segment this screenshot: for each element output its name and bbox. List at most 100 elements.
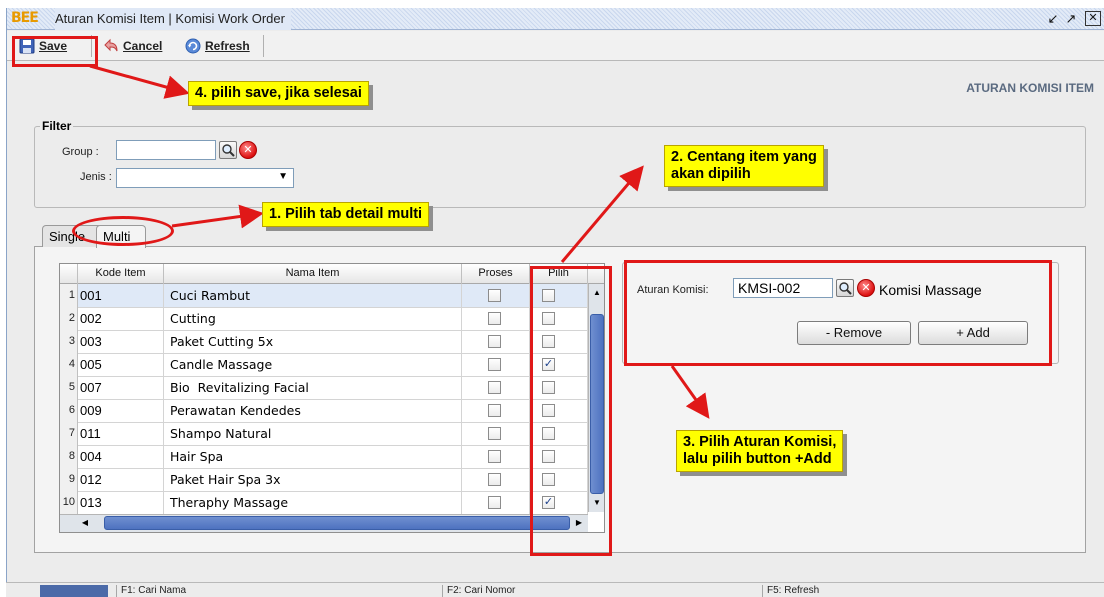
group-input[interactable] (116, 140, 216, 160)
row-number: 9 (60, 468, 78, 491)
table-row[interactable]: 1 001 Cuci Rambut (60, 284, 588, 308)
note-step2-line1: 2. Centang item yang (671, 149, 817, 165)
table-row[interactable]: 4 005 Candle Massage ✓ (60, 353, 588, 377)
note-step1-text: 1. Pilih tab detail multi (269, 206, 423, 222)
close-icon[interactable]: ✕ (1085, 11, 1101, 26)
group-label: Group : (62, 146, 99, 158)
nama-item-cell[interactable]: Cuci Rambut (164, 284, 462, 307)
window-title: Aturan Komisi Item | Komisi Work Order (55, 8, 291, 30)
proses-checkbox[interactable] (488, 427, 501, 440)
nama-item-cell[interactable]: Cutting (164, 307, 462, 330)
cancel-button[interactable]: Cancel (103, 35, 162, 57)
kode-item-cell[interactable]: 013 (78, 491, 164, 514)
nama-item-cell[interactable]: Hair Spa (164, 445, 462, 468)
proses-checkbox[interactable] (488, 473, 501, 486)
row-number-header (60, 264, 78, 284)
refresh-label: Refresh (205, 39, 250, 53)
kode-item-cell[interactable]: 009 (78, 399, 164, 422)
kode-item-cell[interactable]: 004 (78, 445, 164, 468)
note-step4-text: 4. pilih save, jika selesai (195, 85, 362, 101)
jenis-select[interactable]: ▼ (116, 168, 294, 188)
note-step4: 4. pilih save, jika selesai (188, 81, 369, 106)
note-step2-line2: akan dipilih (671, 166, 751, 182)
row-number: 2 (60, 307, 78, 330)
horizontal-scrollbar[interactable]: ◀ ▶ (60, 514, 588, 532)
kode-item-cell[interactable]: 007 (78, 376, 164, 399)
table-row[interactable]: 2 002 Cutting (60, 307, 588, 331)
nama-item-cell[interactable]: Perawatan Kendedes (164, 399, 462, 422)
row-number: 10 (60, 491, 78, 514)
kode-item-cell[interactable]: 003 (78, 330, 164, 353)
proses-checkbox[interactable] (488, 450, 501, 463)
item-grid: Kode Item Nama Item Proses Pilih 1 001 Cuc… (59, 263, 605, 533)
proses-cell (462, 399, 530, 422)
proses-cell (462, 491, 530, 514)
proses-cell (462, 284, 530, 307)
note-step3-line2: lalu pilih button +Add (683, 451, 832, 467)
nama-item-cell[interactable]: Bio Revitalizing Facial (164, 376, 462, 399)
toolbar-separator (263, 35, 264, 57)
nama-item-cell[interactable]: Theraphy Massage (164, 491, 462, 514)
app-logo: BEE (11, 10, 39, 26)
column-header-proses[interactable]: Proses (462, 264, 530, 284)
status-f2: F2: Cari Nomor (442, 585, 762, 597)
status-indicator (40, 585, 108, 597)
filter-legend: Filter (40, 119, 74, 133)
nama-item-cell[interactable]: Paket Cutting 5x (164, 330, 462, 353)
row-number: 5 (60, 376, 78, 399)
kode-item-cell[interactable]: 005 (78, 353, 164, 376)
nama-item-cell[interactable]: Candle Massage (164, 353, 462, 376)
proses-cell (462, 468, 530, 491)
column-header-nama[interactable]: Nama Item (164, 264, 462, 284)
scroll-left-icon[interactable]: ◀ (78, 516, 92, 530)
kode-item-cell[interactable]: 012 (78, 468, 164, 491)
table-row[interactable]: 3 003 Paket Cutting 5x (60, 330, 588, 354)
proses-checkbox[interactable] (488, 289, 501, 302)
row-number: 4 (60, 353, 78, 376)
maximize-icon[interactable]: ↗ (1063, 11, 1079, 26)
proses-checkbox[interactable] (488, 312, 501, 325)
note-step3-line1: 3. Pilih Aturan Komisi, (683, 434, 837, 450)
nama-item-cell[interactable]: Shampo Natural (164, 422, 462, 445)
note-step3: 3. Pilih Aturan Komisi, lalu pilih butto… (676, 430, 844, 472)
highlight-pilih-column-box (530, 266, 612, 556)
row-number: 8 (60, 445, 78, 468)
group-lookup-button[interactable] (219, 141, 237, 159)
restore-icon[interactable]: ↙ (1045, 11, 1061, 26)
note-step1: 1. Pilih tab detail multi (262, 202, 430, 227)
undo-arrow-icon (104, 38, 118, 52)
proses-cell (462, 353, 530, 376)
horizontal-scroll-thumb[interactable] (104, 516, 570, 530)
proses-checkbox[interactable] (488, 381, 501, 394)
toolbar: Save Cancel Refresh (7, 31, 1104, 61)
cancel-label: Cancel (123, 39, 163, 53)
highlight-multi-tab-ellipse (72, 216, 174, 246)
proses-cell (462, 330, 530, 353)
kode-item-cell[interactable]: 011 (78, 422, 164, 445)
table-row[interactable]: 5 007 Bio Revitalizing Facial (60, 376, 588, 400)
refresh-button[interactable]: Refresh (185, 35, 250, 57)
proses-cell (462, 307, 530, 330)
kode-item-cell[interactable]: 001 (78, 284, 164, 307)
highlight-komisi-box (624, 260, 1052, 366)
kode-item-cell[interactable]: 002 (78, 307, 164, 330)
table-row[interactable]: 7 011 Shampo Natural (60, 422, 588, 446)
table-row[interactable]: 8 004 Hair Spa (60, 445, 588, 469)
table-row[interactable]: 10 013 Theraphy Massage ✓ (60, 491, 588, 515)
proses-checkbox[interactable] (488, 335, 501, 348)
grid-header: Kode Item Nama Item Proses Pilih (60, 264, 604, 284)
column-header-kode[interactable]: Kode Item (78, 264, 164, 284)
proses-checkbox[interactable] (488, 496, 501, 509)
page-heading: ATURAN KOMISI ITEM (966, 81, 1094, 95)
status-f1: F1: Cari Nama (116, 585, 442, 597)
proses-cell (462, 445, 530, 468)
nama-item-cell[interactable]: Paket Hair Spa 3x (164, 468, 462, 491)
proses-checkbox[interactable] (488, 358, 501, 371)
row-number: 7 (60, 422, 78, 445)
table-row[interactable]: 9 012 Paket Hair Spa 3x (60, 468, 588, 492)
group-clear-button[interactable]: ✕ (239, 141, 257, 159)
proses-checkbox[interactable] (488, 404, 501, 417)
search-icon (222, 144, 235, 157)
table-row[interactable]: 6 009 Perawatan Kendedes (60, 399, 588, 423)
status-bar: F1: Cari Nama F2: Cari Nomor F5: Refresh (6, 582, 1104, 597)
